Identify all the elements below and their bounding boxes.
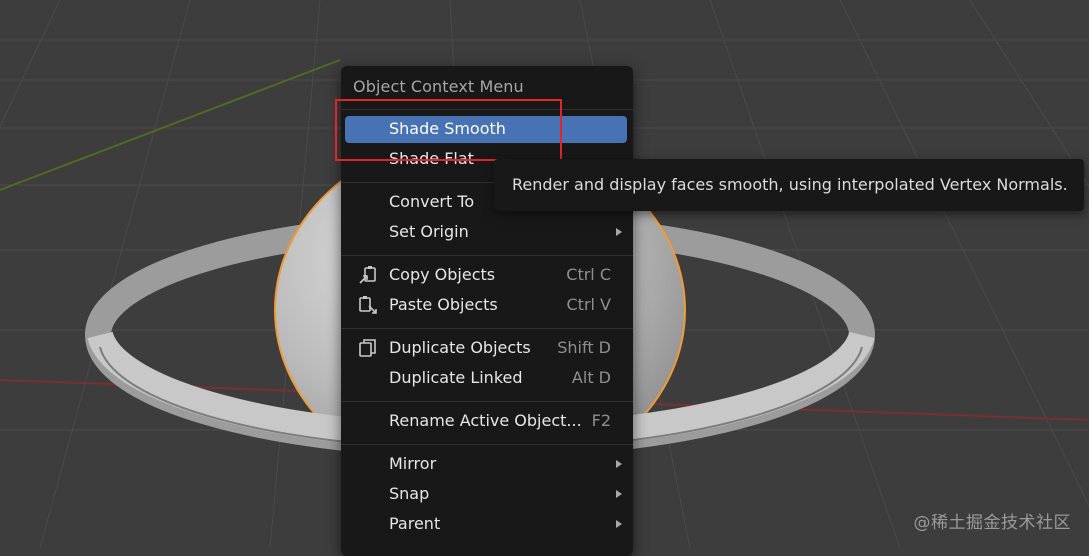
- submenu-arrow-icon: [616, 520, 622, 528]
- annotation-highlight-box: [335, 99, 562, 161]
- watermark: @稀土掘金技术社区: [913, 513, 1071, 533]
- menu-item-label: Parent: [389, 514, 441, 533]
- menu-item-label: Paste Objects: [389, 295, 498, 314]
- menu-item-label: Duplicate Objects: [389, 338, 531, 357]
- menu-separator: [341, 401, 633, 402]
- menu-item-parent[interactable]: Parent: [345, 511, 627, 538]
- paste-icon: [357, 294, 379, 316]
- menu-item-label: Set Origin: [389, 222, 469, 241]
- menu-item-set-origin[interactable]: Set Origin: [345, 219, 627, 246]
- shortcut-text: Alt D: [571, 368, 611, 387]
- menu-item-label: Convert To: [389, 192, 475, 211]
- menu-item-paste-objects[interactable]: Paste Objects Ctrl V: [345, 292, 627, 319]
- menu-separator: [341, 255, 633, 256]
- menu-item-label: Duplicate Linked: [389, 368, 523, 387]
- tooltip: Render and display faces smooth, using i…: [494, 159, 1084, 211]
- shortcut-text: Ctrl V: [566, 295, 612, 314]
- menu-item-label: Rename Active Object...: [389, 411, 582, 430]
- menu-item-label: Snap: [389, 484, 430, 503]
- menu-item-duplicate-objects[interactable]: Duplicate Objects Shift D: [345, 335, 627, 362]
- menu-separator: [341, 444, 633, 445]
- menu-title: Object Context Menu: [353, 77, 524, 96]
- submenu-arrow-icon: [616, 490, 622, 498]
- tooltip-text: Render and display faces smooth, using i…: [512, 175, 1068, 194]
- shortcut-text: Shift D: [557, 338, 611, 357]
- menu-item-rename-active-object[interactable]: Rename Active Object... F2: [345, 408, 627, 435]
- submenu-arrow-icon: [616, 228, 622, 236]
- copy-icon: [357, 264, 379, 286]
- menu-item-label: Mirror: [389, 454, 437, 473]
- shortcut-text: Ctrl C: [566, 265, 611, 284]
- submenu-arrow-icon: [616, 460, 622, 468]
- menu-item-mirror[interactable]: Mirror: [345, 451, 627, 478]
- menu-item-snap[interactable]: Snap: [345, 481, 627, 508]
- menu-item-copy-objects[interactable]: Copy Objects Ctrl C: [345, 262, 627, 289]
- menu-item-label: Copy Objects: [389, 265, 496, 284]
- shortcut-text: F2: [591, 411, 611, 430]
- menu-separator: [341, 328, 633, 329]
- menu-item-duplicate-linked[interactable]: Duplicate Linked Alt D: [345, 365, 627, 392]
- duplicate-icon: [357, 337, 379, 359]
